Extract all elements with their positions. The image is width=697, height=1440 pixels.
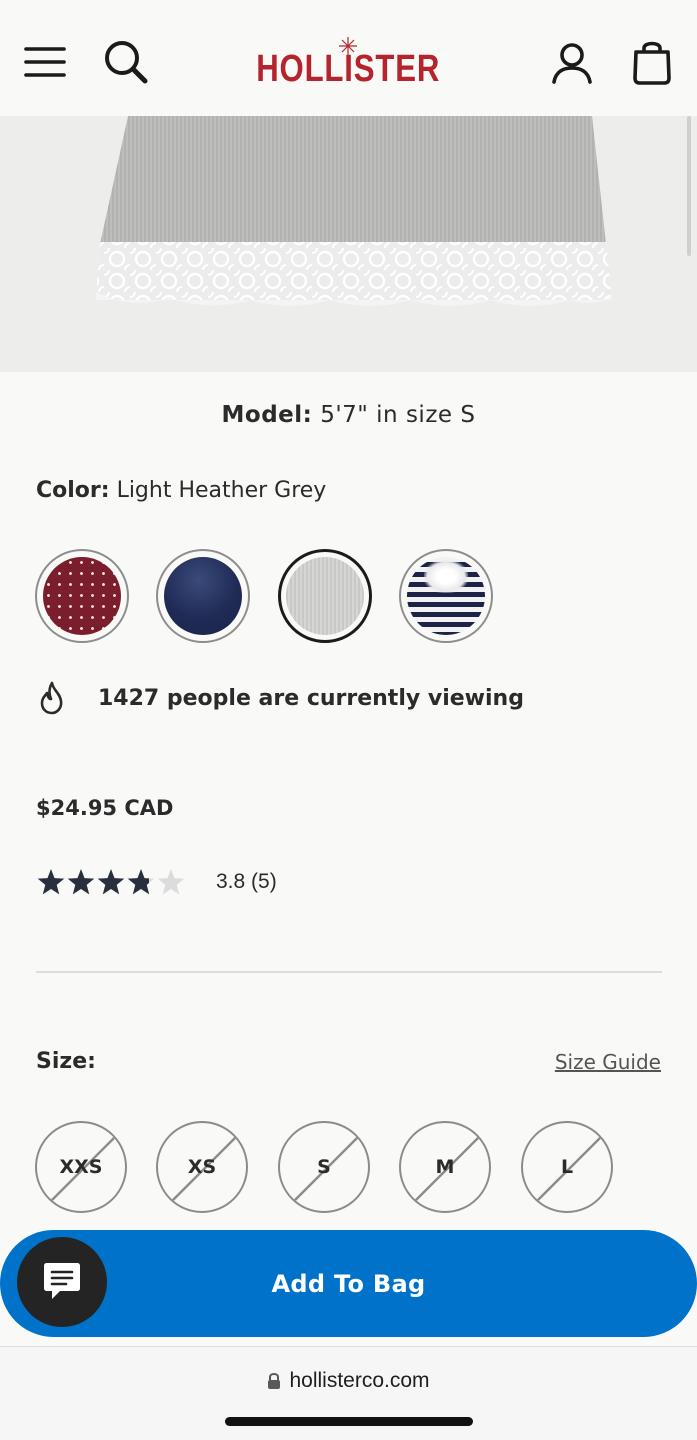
swatch-light-heather-grey[interactable] — [278, 549, 372, 643]
color-value: Light Heather Grey — [116, 478, 327, 503]
chat-button[interactable] — [17, 1237, 107, 1327]
size-guide-link[interactable]: Size Guide — [555, 1050, 661, 1074]
swatch-burgundy-dot[interactable] — [35, 549, 129, 643]
star-icon — [67, 869, 95, 895]
product-price: $24.95 CAD — [36, 796, 174, 820]
color-info: Color: Light Heather Grey — [36, 478, 326, 503]
swatch-image — [407, 557, 485, 635]
size-option-m[interactable]: M — [399, 1121, 491, 1213]
hollister-logo[interactable]: HOLLISTER — [250, 37, 446, 92]
home-indicator[interactable] — [225, 1417, 473, 1426]
search-icon[interactable] — [101, 38, 151, 86]
browser-url-bar[interactable]: hollisterco.com — [0, 1346, 697, 1440]
star-icon — [37, 869, 65, 895]
size-label-text: XXS — [59, 1156, 103, 1178]
swatch-navy[interactable] — [156, 549, 250, 643]
star-icon — [97, 869, 125, 895]
lock-icon — [268, 1373, 281, 1389]
model-label: Model: — [221, 402, 313, 428]
site-header: HOLLISTER — [0, 0, 697, 116]
bag-icon[interactable] — [630, 38, 674, 86]
viewing-notice: 1427 people are currently viewing — [36, 676, 524, 720]
swatch-image — [286, 557, 364, 635]
product-rating[interactable]: 3.8 (5) — [36, 864, 277, 900]
swatch-navy-stripe[interactable] — [399, 549, 493, 643]
url-text: hollisterco.com — [289, 1369, 430, 1392]
rating-text: 3.8 (5) — [216, 870, 277, 893]
size-option-xs[interactable]: XS — [156, 1121, 248, 1213]
size-label-text: S — [317, 1156, 331, 1178]
star-icon — [127, 869, 155, 895]
color-label: Color: — [36, 478, 110, 503]
size-option-s[interactable]: S — [278, 1121, 370, 1213]
add-to-bag-label: Add To Bag — [271, 1269, 426, 1298]
model-value: 5'7" in size S — [320, 402, 476, 428]
flame-icon — [40, 681, 63, 715]
rating-stars — [36, 867, 188, 897]
account-icon[interactable] — [549, 40, 595, 86]
product-image[interactable] — [0, 116, 697, 372]
logo-starburst-icon — [339, 37, 357, 55]
image-scrollbar[interactable] — [687, 116, 691, 256]
section-divider — [36, 971, 662, 973]
viewing-count-text: 1427 people are currently viewing — [98, 685, 524, 711]
swatch-image — [164, 557, 242, 635]
size-label-text: L — [560, 1156, 574, 1178]
size-label-text: XS — [187, 1156, 217, 1178]
chat-icon — [44, 1263, 80, 1299]
size-option-l[interactable]: L — [521, 1121, 613, 1213]
size-label: Size: — [36, 1049, 96, 1074]
size-option-xxs[interactable]: XXS — [35, 1121, 127, 1213]
menu-icon[interactable] — [22, 42, 68, 82]
url-display[interactable]: hollisterco.com — [0, 1369, 697, 1393]
swatch-image — [43, 557, 121, 635]
product-photo-tank — [96, 116, 612, 306]
star-icon — [157, 869, 185, 895]
model-info: Model: 5'7" in size S — [0, 402, 697, 428]
size-label-text: M — [435, 1156, 455, 1178]
